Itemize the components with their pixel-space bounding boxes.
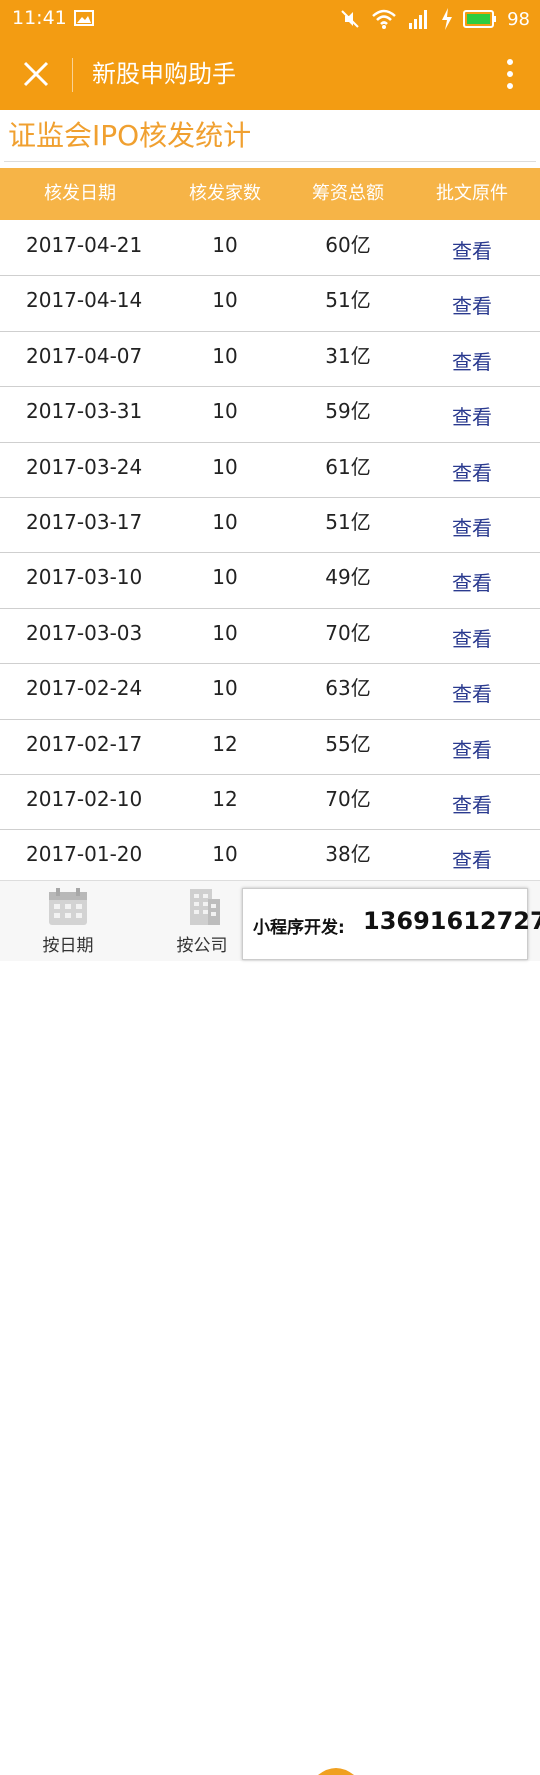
table-row: 2017-04-14 10 51亿 查看 (0, 276, 540, 332)
app-bar-divider (72, 58, 73, 92)
close-icon[interactable] (18, 56, 54, 92)
header-count: 核发家数 (189, 183, 261, 204)
table-row: 2017-03-10 10 49亿 查看 (0, 553, 540, 609)
status-icons: 98 (339, 6, 530, 32)
view-link[interactable]: 查看 (422, 726, 522, 774)
row-total: 63亿 (325, 676, 371, 701)
row-count: 10 (212, 288, 238, 313)
building-icon (190, 889, 220, 925)
more-menu-icon[interactable] (504, 56, 516, 92)
table-row: 2017-03-24 10 61亿 查看 (0, 443, 540, 498)
nav-by-company[interactable]: 按公司 (152, 887, 252, 956)
row-count: 12 (212, 786, 238, 811)
view-link[interactable]: 查看 (422, 282, 522, 330)
view-link[interactable]: 查看 (422, 670, 522, 718)
row-count: 10 (212, 842, 238, 867)
app-bar: 新股申购助手 (0, 38, 540, 110)
row-total: 70亿 (325, 620, 371, 645)
table-row: 2017-04-21 10 60亿 查看 (0, 221, 540, 277)
table-row: 2017-02-24 10 63亿 查看 (0, 664, 540, 720)
status-time: 11:41 (12, 7, 67, 29)
nav-by-date-label: 按日期 (42, 936, 94, 956)
status-bar: 11:41 98 (0, 0, 540, 38)
battery-icon (463, 10, 497, 28)
row-date: 2017-01-20 (26, 842, 143, 867)
header-date: 核发日期 (44, 183, 116, 204)
row-total: 38亿 (325, 842, 371, 867)
view-link[interactable]: 查看 (422, 449, 522, 497)
row-date: 2017-03-10 (26, 565, 143, 590)
view-link[interactable]: 查看 (422, 338, 522, 386)
row-date: 2017-03-31 (26, 399, 143, 424)
watermark-phone: 13691612727 (363, 907, 540, 935)
row-date: 2017-02-10 (26, 786, 143, 811)
app-title: 新股申购助手 (92, 60, 236, 88)
charging-icon (442, 8, 453, 30)
row-total: 70亿 (325, 786, 371, 811)
table-row: 2017-01-20 10 38亿 查看 (0, 830, 540, 886)
row-date: 2017-04-21 (26, 233, 143, 257)
row-date: 2017-03-24 (26, 454, 143, 479)
table-row: 2017-03-17 10 51亿 查看 (0, 498, 540, 554)
contact-watermark: 小程序开发: 13691612727 (242, 888, 540, 960)
row-date: 2017-03-03 (26, 620, 143, 645)
view-link[interactable]: 查看 (422, 615, 522, 663)
row-total: 61亿 (325, 454, 371, 479)
watermark-label: 小程序开发: (253, 918, 345, 938)
row-count: 10 (212, 399, 238, 424)
view-link[interactable]: 查看 (422, 504, 522, 552)
table-row: 2017-03-03 10 70亿 查看 (0, 609, 540, 665)
header-document: 批文原件 (436, 183, 508, 204)
table-row: 2017-04-07 10 31亿 查看 (0, 332, 540, 388)
battery-level: 98 (507, 8, 530, 30)
header-total: 筹资总额 (312, 183, 384, 204)
row-date: 2017-03-17 (26, 509, 143, 534)
wifi-icon (372, 9, 396, 29)
row-count: 10 (212, 565, 238, 590)
table-row: 2017-02-17 12 55亿 查看 (0, 720, 540, 775)
view-link[interactable]: 查看 (422, 559, 522, 607)
row-count: 10 (212, 509, 238, 534)
row-date: 2017-04-07 (26, 343, 143, 368)
row-total: 51亿 (325, 288, 371, 313)
calendar-icon (49, 888, 87, 925)
row-count: 10 (212, 233, 238, 257)
row-count: 12 (212, 731, 238, 756)
row-total: 51亿 (325, 509, 371, 534)
row-date: 2017-04-14 (26, 288, 143, 313)
table-header: 核发日期 核发家数 筹资总额 批文原件 (0, 168, 540, 220)
row-total: 49亿 (325, 565, 371, 590)
view-link[interactable]: 查看 (422, 836, 522, 884)
signal-icon (409, 10, 428, 29)
row-total: 60亿 (325, 233, 371, 257)
view-link[interactable]: 查看 (422, 781, 522, 829)
row-count: 10 (212, 343, 238, 368)
nav-by-company-label: 按公司 (176, 936, 228, 956)
image-notification-icon (74, 10, 94, 26)
row-total: 31亿 (325, 343, 371, 368)
nav-by-date[interactable]: 按日期 (18, 887, 118, 956)
section-title: 证监会IPO核发统计 (4, 110, 536, 162)
view-link[interactable]: 查看 (422, 393, 522, 441)
table-row: 2017-03-31 10 59亿 查看 (0, 387, 540, 443)
row-count: 10 (212, 620, 238, 645)
row-date: 2017-02-17 (26, 731, 143, 756)
partial-icon (318, 1768, 354, 1775)
row-count: 10 (212, 454, 238, 479)
mute-icon (341, 10, 359, 28)
row-total: 55亿 (325, 731, 371, 756)
row-total: 59亿 (325, 399, 371, 424)
table-row: 2017-02-10 12 70亿 查看 (0, 775, 540, 831)
row-count: 10 (212, 676, 238, 701)
table-body: 2017-04-21 10 60亿 查看 2017-04-14 10 51亿 查看 2017… (0, 221, 540, 886)
view-link[interactable]: 查看 (422, 227, 522, 275)
row-date: 2017-02-24 (26, 676, 143, 701)
